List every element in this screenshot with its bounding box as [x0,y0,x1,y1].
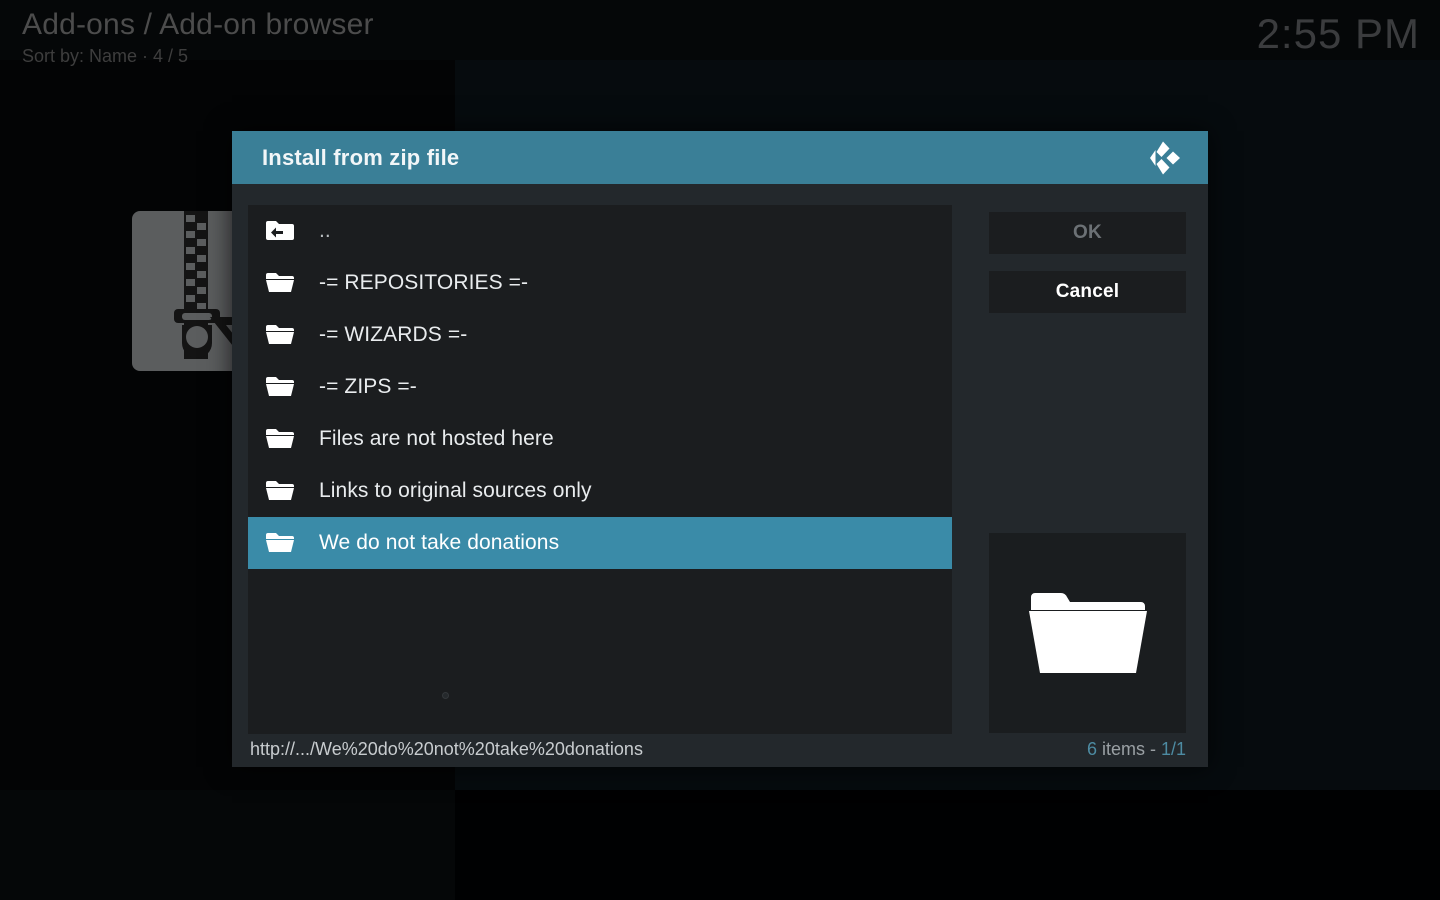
page-title: Add-ons / Add-on browser [22,8,374,41]
install-from-zip-dialog: Install from zip file .. -= REPOSITORIES… [232,131,1208,767]
ok-button-label: OK [1073,222,1102,243]
folder-icon [265,426,299,452]
current-path: http://.../We%20do%20not%20take%20donati… [250,739,643,759]
folder-icon [265,270,299,296]
list-item-label: -= REPOSITORIES =- [319,271,529,294]
item-count: 6 items - 1/1 [1087,739,1186,760]
dialog-titlebar: Install from zip file [232,131,1208,184]
sort-info: Sort by: Name · 4 / 5 [22,46,189,66]
list-item[interactable]: Files are not hosted here [248,413,952,465]
folder-icon [1027,581,1149,686]
list-item-label: -= ZIPS =- [319,375,417,398]
list-item-label: Files are not hosted here [319,427,554,450]
kodi-logo-icon [1142,137,1184,179]
cancel-button[interactable]: Cancel [989,271,1186,313]
folder-icon [265,322,299,348]
list-item[interactable]: -= WIZARDS =- [248,309,952,361]
list-item-label: We do not take donations [319,531,560,554]
ok-button[interactable]: OK [989,212,1186,254]
list-loading-dot [442,692,449,699]
folder-icon [265,374,299,400]
list-item[interactable]: .. [248,205,952,257]
cancel-button-label: Cancel [1055,281,1120,302]
preview-thumbnail [989,533,1186,733]
dialog-title: Install from zip file [262,144,460,170]
page-indicator: 1/1 [1160,739,1186,759]
list-item-label: -= WIZARDS =- [319,323,468,346]
list-item[interactable]: -= ZIPS =- [248,361,952,413]
folder-icon [265,478,299,504]
background-bottom-panel [455,790,1440,900]
file-list[interactable]: .. -= REPOSITORIES =- -= WIZARDS =- -= Z… [248,205,952,734]
kodi-screen: Add-ons / Add-on browser Sort by: Name ·… [0,0,1440,900]
list-item[interactable]: Links to original sources only [248,465,952,517]
item-count-number: 6 [1086,739,1097,759]
list-item[interactable]: -= REPOSITORIES =- [248,257,952,309]
folder-icon [265,530,299,556]
folder-up-icon [265,218,299,244]
clock: 2:55 PM [1256,10,1420,57]
item-count-label: items - [1096,739,1161,759]
list-item-selected[interactable]: We do not take donations [248,517,952,569]
breadcrumb: Add-ons / Add-on browser Sort by: Name ·… [22,6,374,68]
list-item-label: Links to original sources only [319,479,592,502]
list-item-label: .. [319,219,331,242]
